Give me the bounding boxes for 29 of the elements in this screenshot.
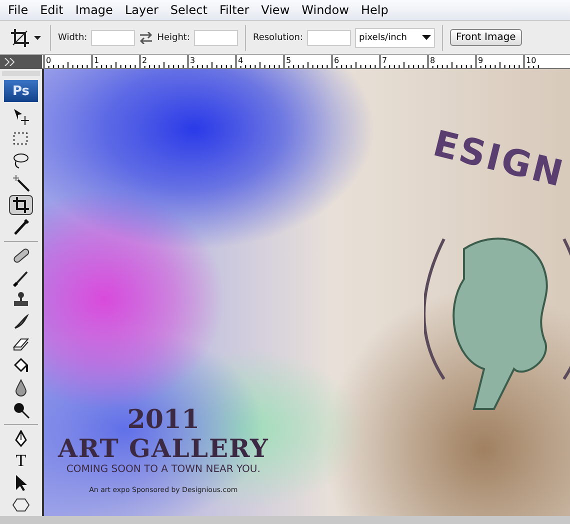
height-label: Height: — [157, 32, 190, 42]
crop-tool-icon[interactable] — [9, 195, 33, 216]
front-image-button[interactable]: Front Image — [450, 29, 522, 46]
poster-headline: ART GALLERY — [58, 434, 269, 464]
swap-icon[interactable] — [139, 32, 154, 44]
menu-item[interactable]: Image — [69, 3, 119, 17]
units-dropdown[interactable]: pixels/inch — [355, 28, 436, 48]
menu-item[interactable]: Help — [354, 3, 394, 17]
menu-item[interactable]: Filter — [213, 3, 256, 17]
menu-item[interactable]: Window — [296, 3, 355, 17]
menu-item[interactable]: View — [255, 3, 296, 17]
height-field[interactable] — [194, 30, 238, 46]
resolution-label: Resolution: — [252, 32, 304, 42]
poster-title: ESIGN — [429, 123, 569, 196]
app-logo: Ps — [4, 80, 38, 102]
poster-year: 2011 — [127, 406, 200, 434]
menu-item[interactable]: File — [2, 3, 34, 17]
caret-icon[interactable] — [422, 35, 432, 40]
poster-tagline: COMING SOON TO A TOWN NEAR YOU. — [66, 464, 260, 476]
horizontal-ruler: 0 1 2 3 4 5 6 7 8 9 10 — [42, 55, 570, 69]
menu-item[interactable]: Select — [164, 3, 214, 17]
menu-item[interactable]: Layer — [118, 3, 164, 17]
width-field[interactable] — [91, 30, 136, 46]
type-tool[interactable]: T — [9, 451, 33, 472]
width-label: Width: — [58, 32, 88, 42]
resolution-field[interactable] — [307, 30, 352, 46]
caret-icon[interactable] — [34, 36, 41, 40]
menu-item[interactable]: Edit — [34, 3, 70, 17]
panel-collapse-handle[interactable] — [0, 55, 42, 69]
